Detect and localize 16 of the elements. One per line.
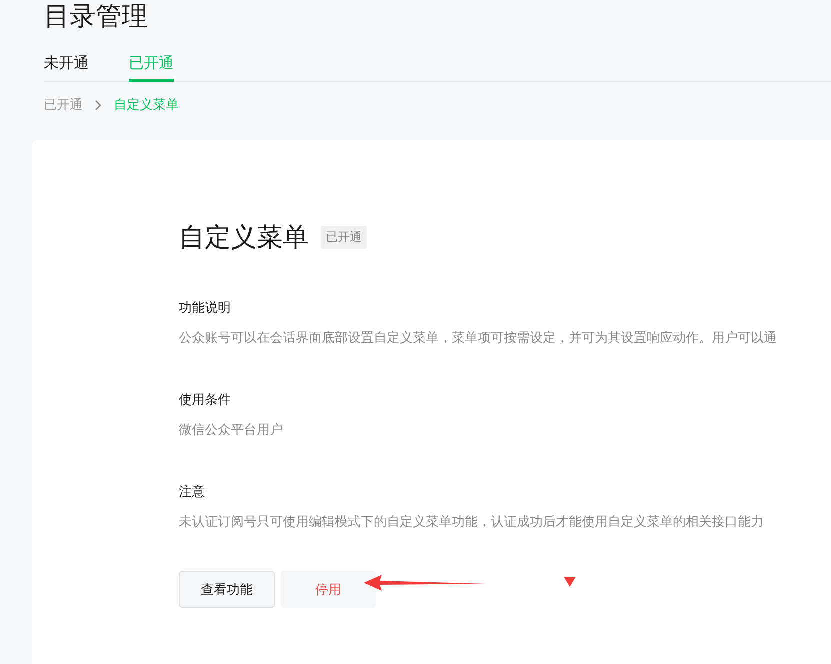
tab[interactable]: 未开通 (44, 54, 89, 82)
section-text: 公众账号可以在会话界面底部设置自定义菜单，菜单项可按需设定，并可为其设置响应动作。用户可以通 (179, 330, 778, 347)
section-heading: 功能说明 (179, 300, 232, 317)
status-badge: 已开通 (321, 226, 367, 249)
feature-title: 自定义菜单 (179, 222, 309, 255)
tab[interactable]: 已开通 (129, 54, 174, 82)
section-heading: 使用条件 (179, 392, 232, 409)
section-text: 未认证订阅号只可使用编辑模式下的自定义菜单功能，认证成功后才能使用自定义菜单的相关接口能力 (179, 514, 765, 531)
triangle-marker (564, 577, 576, 587)
section-text: 微信公众平台用户 (179, 422, 284, 439)
page-title: 目录管理 (43, 1, 149, 34)
breadcrumb-link[interactable]: 已开通 (44, 96, 83, 114)
disable-button[interactable]: 停用 (281, 571, 376, 608)
chevron-right-icon (95, 100, 102, 110)
section-heading: 注意 (179, 484, 206, 501)
view-button[interactable]: 查看功能 (179, 571, 275, 608)
